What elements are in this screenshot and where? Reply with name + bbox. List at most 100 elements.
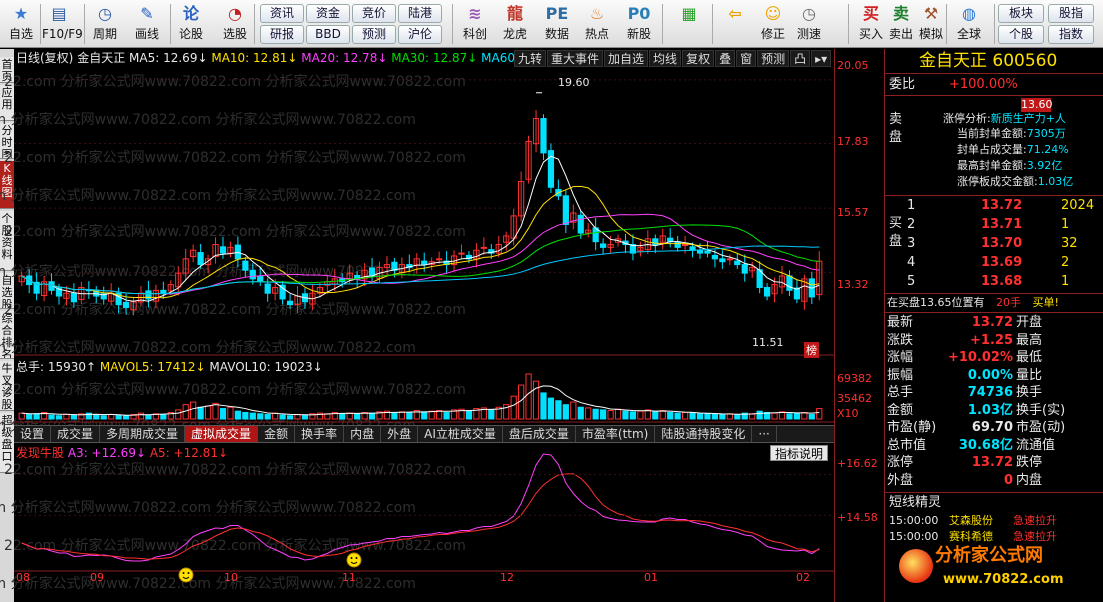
toolbar-grid-button-4[interactable]: 研报 xyxy=(260,25,304,44)
stat-label: 最低 xyxy=(1016,350,1043,365)
bid-volume: 2 xyxy=(1061,255,1070,270)
toolbar-新股-button[interactable]: P0 新股 xyxy=(622,3,656,45)
toolbar-right-button-0[interactable]: 板块 xyxy=(998,4,1044,23)
volume-bar xyxy=(659,410,666,420)
ktool-arrow-icon[interactable]: ▸▾ xyxy=(811,50,832,67)
indicator-tab-5[interactable]: 换手率 xyxy=(295,426,345,442)
toolbar-周期-button[interactable]: ◷ 周期 xyxy=(88,3,122,45)
indicator-header: 发现牛股 A3: +12.69↓ A5: +12.81↓ xyxy=(16,445,228,461)
limit-row-value: 71.24% xyxy=(1026,143,1069,156)
low-annotation: 11.51 xyxy=(752,336,784,349)
sidenav-item-0[interactable]: 首页 xyxy=(0,57,14,83)
period-label: 日线(复权) xyxy=(16,51,74,65)
toolbar-热点-button[interactable]: ♨ 热点 xyxy=(580,3,614,45)
x-axis-label: 12 xyxy=(500,571,514,584)
bid-level: 5 xyxy=(907,274,916,289)
candle-body xyxy=(704,250,711,254)
toolbar-修正-button[interactable]: ☺ 修正 xyxy=(756,3,790,45)
toolbar-自选-button[interactable]: ★ 自选 xyxy=(4,3,38,45)
toolbar-选股-button[interactable]: ◔ 选股 xyxy=(218,3,252,45)
indicator-tab-12[interactable]: ··· xyxy=(752,426,777,442)
volume-bar xyxy=(122,415,130,420)
volume-bar xyxy=(63,413,70,420)
toolbar-grid-button-7[interactable]: 沪伦 xyxy=(398,25,442,44)
ktool-button-3[interactable]: 均线 xyxy=(649,50,682,67)
toolbar-grid-button-0[interactable]: 资讯 xyxy=(260,4,304,23)
ktool-button-5[interactable]: 叠 xyxy=(715,50,736,67)
sidenav-item-1[interactable]: 应用 xyxy=(0,85,14,121)
toolbar-grid-button-5[interactable]: BBD xyxy=(306,25,350,44)
bid-price[interactable]: 13.68 xyxy=(981,273,1022,291)
indicator-tab-9[interactable]: 盘后成交量 xyxy=(503,426,576,442)
indicator-tab-4[interactable]: 金额 xyxy=(258,426,296,442)
volume-bar xyxy=(197,406,204,420)
toolbar-F10/F9-button[interactable]: ▤ F10/F9 xyxy=(42,3,83,45)
kline-chart-svg[interactable] xyxy=(14,49,834,602)
toolbar-科创-button[interactable]: ≋ 科创 xyxy=(458,3,492,45)
ktool-button-1[interactable]: 重大事件 xyxy=(547,50,604,67)
bid-price[interactable]: 13.69 xyxy=(981,254,1022,272)
indicator-tab-10[interactable]: 市盈率(ttm) xyxy=(576,426,656,442)
toolbar-龙虎-button[interactable]: 龍龙虎 xyxy=(498,3,532,45)
toolbar-测速-button[interactable]: ◷ 测速 xyxy=(792,3,826,45)
sidenav-item-4[interactable]: 个股资料 xyxy=(0,211,14,271)
chart-area[interactable]: 22.com 分析家公式网www.70822.com 分析家公式网www.708… xyxy=(0,49,834,602)
toolbar-买入-button[interactable]: 买买入 xyxy=(854,3,888,45)
indicator-tab-7[interactable]: 外盘 xyxy=(381,426,419,442)
toolbar-论股-button[interactable]: 论论股 xyxy=(174,3,208,45)
bang-badge[interactable]: 榜 xyxy=(804,342,819,358)
ktool-button-6[interactable]: 窗 xyxy=(736,50,757,67)
toolbar-tool11-button[interactable]: ▦ xyxy=(672,3,706,45)
toolbar-right-button-3[interactable]: 指数 xyxy=(1048,25,1094,44)
toolbar-grid-button-1[interactable]: 资金 xyxy=(306,4,350,23)
toolbar-画线-button[interactable]: ✎ 画线 xyxy=(130,3,164,45)
toolbar-全球-button[interactable]: ◍ 全球 xyxy=(952,3,986,45)
sidenav-item-5[interactable]: 自选股 xyxy=(0,273,14,309)
bid-price[interactable]: 13.71 xyxy=(981,216,1022,234)
toolbar-模拟-button[interactable]: ⚒ 模拟 xyxy=(914,3,948,45)
volume-bar xyxy=(421,411,428,420)
candle-body xyxy=(540,118,547,154)
bid-price[interactable]: 13.70 xyxy=(981,235,1022,253)
position-tag: 买单! xyxy=(1032,296,1059,309)
sidenav-item-3[interactable]: K线图 xyxy=(0,161,14,209)
indicator-tab-6[interactable]: 内盘 xyxy=(344,426,382,442)
ktool-button-0[interactable]: 九转 xyxy=(514,50,547,67)
toolbar-right-button-2[interactable]: 个股 xyxy=(998,25,1044,44)
toolbar-grid-button-6[interactable]: 预测 xyxy=(352,25,396,44)
volume-bar xyxy=(428,410,435,420)
bid-price[interactable]: 13.72 xyxy=(981,197,1022,215)
indicator-help-button[interactable]: 指标说明 xyxy=(770,445,829,461)
toolbar-separator xyxy=(662,4,663,44)
toolbar-tool12-button[interactable]: ⇦ xyxy=(718,3,752,45)
volume-bar xyxy=(771,412,778,420)
toolbar-卖出-button[interactable]: 卖卖出 xyxy=(884,3,918,45)
ktool-button-8[interactable]: 凸 xyxy=(790,50,811,67)
ktool-button-4[interactable]: 复权 xyxy=(682,50,715,67)
ktool-button-2[interactable]: 加自选 xyxy=(604,50,649,67)
sidenav-item-8[interactable]: 超级盘口 xyxy=(0,413,14,473)
toolbar-grid-button-2[interactable]: 竞价 xyxy=(352,4,396,23)
ktool-button-7[interactable]: 预测 xyxy=(757,50,790,67)
toolbar-grid-button-3[interactable]: 陆港 xyxy=(398,4,442,23)
indicator-tab-8[interactable]: AI立桩成交量 xyxy=(418,426,503,442)
indicator-tab-1[interactable]: 成交量 xyxy=(51,426,101,442)
volume-total: 总手: 15930↑ xyxy=(16,360,97,374)
quote-panel: 金自天正 600560 委比 +100.00% 卖盘 13.60 涨停分析:新质… xyxy=(884,49,1103,602)
toolbar-icon-15: 买 xyxy=(862,4,879,23)
ma10-label: MA10: 12.81↓ xyxy=(211,51,298,65)
sidenav-item-6[interactable]: 综合排名 xyxy=(0,311,14,359)
logo-flower-icon xyxy=(899,549,933,583)
indicator-tab-2[interactable]: 多周期成交量 xyxy=(100,426,186,442)
sidenav-item-7[interactable]: 牛叉诊股 xyxy=(0,361,14,411)
toolbar-right-button-1[interactable]: 股指 xyxy=(1048,4,1094,23)
sidenav-item-2[interactable]: 分时图 xyxy=(0,123,14,159)
volume-bar xyxy=(286,415,294,420)
candle-body xyxy=(667,237,674,243)
indicator-tab-11[interactable]: 陆股通持股变化 xyxy=(655,426,753,442)
toolbar-separator xyxy=(946,4,947,44)
indicator-tab-3[interactable]: 虚拟成交量 xyxy=(185,426,259,442)
volume-bar xyxy=(160,413,167,420)
indicator-tab-0[interactable]: 设置 xyxy=(14,426,52,442)
toolbar-数据-button[interactable]: PE 数据 xyxy=(540,3,574,45)
